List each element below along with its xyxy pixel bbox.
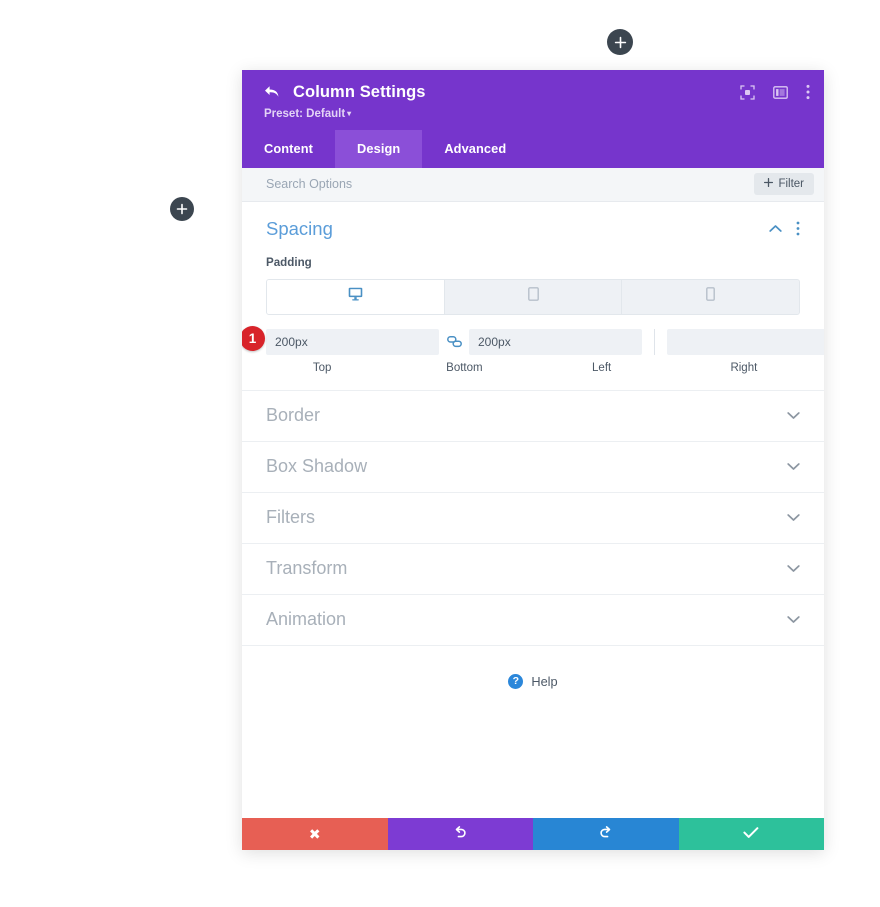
chevron-down-icon: ▾ [347,108,352,118]
padding-label: Padding [266,255,312,269]
padding-bottom-label: Bottom [446,361,483,374]
panel-tabs: Content Design Advanced [242,129,824,168]
section-box-shadow[interactable]: Box Shadow [242,442,824,493]
spacing-section: Spacing Padding 1 200px 200px Top Bottom… [242,202,824,391]
search-row: Filter [242,167,824,202]
tab-content[interactable]: Content [242,130,335,168]
back-arrow-icon[interactable] [264,85,280,99]
padding-field-labels: Top Bottom Left Right [266,362,800,374]
chevron-down-icon [787,411,800,420]
device-tab-phone[interactable] [622,279,799,314]
header-icon-group [740,84,810,100]
padding-bottom-input[interactable] [469,328,642,355]
tab-advanced[interactable]: Advanced [422,130,528,168]
section-animation-label: Animation [266,609,347,629]
screen: Column Settings Preset: Default ▾ Conten… [0,0,880,907]
label-spacer-right [658,362,688,374]
layout-columns-icon[interactable] [773,85,788,100]
plus-icon [764,177,774,190]
undo-icon [453,825,468,843]
tablet-icon [527,287,539,306]
label-spacer-divider [521,362,546,374]
padding-left-label: Left [592,361,612,374]
help-link[interactable]: ? Help [242,673,824,689]
section-transform-label: Transform [266,558,348,578]
section-filters-label: Filters [266,507,315,527]
device-tab-desktop[interactable] [267,279,445,314]
tab-design[interactable]: Design [335,129,423,168]
phone-icon [706,287,716,306]
section-filters[interactable]: Filters [242,493,824,544]
redo-button[interactable] [533,818,679,850]
focus-icon[interactable] [740,84,755,100]
section-box-shadow-label: Box Shadow [266,456,368,476]
close-x-icon: ✖ [308,825,321,842]
help-question-icon: ? [508,673,524,689]
section-border[interactable]: Border [242,391,824,442]
panel-header: Column Settings Preset: Default ▾ [242,70,824,130]
label-spacer-left [378,362,408,374]
padding-left-input[interactable] [667,328,824,355]
add-row-button-left[interactable] [170,197,194,221]
help-label: Help [531,673,558,689]
more-vertical-icon[interactable] [806,84,810,100]
page-title: Column Settings [293,83,426,101]
preset-selector[interactable]: Preset: Default ▾ [264,108,806,120]
filter-button-label: Filter [778,178,804,190]
filter-button[interactable]: Filter [754,173,814,195]
section-transform[interactable]: Transform [242,544,824,595]
annotation-badge-1: 1 [242,325,265,351]
column-settings-panel: Column Settings Preset: Default ▾ Conten… [242,70,824,850]
plus-icon [176,203,188,215]
cancel-button[interactable]: ✖ [242,818,388,850]
add-section-button-top[interactable] [607,29,633,55]
chevron-up-icon[interactable] [769,224,782,233]
chevron-down-icon [787,462,800,471]
section-border-label: Border [266,405,321,425]
padding-fields-row: 1 [242,325,824,355]
device-tab-group [266,278,800,315]
chevron-down-icon [787,564,800,573]
padding-divider [654,328,655,355]
undo-button[interactable] [387,818,533,850]
checkmark-icon [743,826,759,842]
plus-icon [614,36,627,49]
chevron-down-icon [787,513,800,522]
section-animation[interactable]: Animation [242,595,824,646]
padding-vertical-group [266,328,642,355]
desktop-icon [348,287,363,306]
padding-top-input[interactable] [266,328,439,355]
padding-horizontal-group [667,328,824,355]
preset-label: Preset: Default [264,107,346,120]
save-button[interactable] [678,818,824,850]
chevron-down-icon [787,615,800,624]
device-tab-tablet[interactable] [444,279,623,314]
padding-right-label: Right [730,361,758,374]
spacing-section-title: Spacing [266,217,333,239]
padding-top-label: Top [312,361,332,374]
link-connected-icon[interactable] [439,335,469,348]
redo-icon [598,825,613,843]
spacing-section-header[interactable]: Spacing [266,218,800,240]
search-input[interactable] [266,177,755,191]
panel-body: Spacing Padding 1 200px 200px Top Bottom… [242,201,824,818]
more-vertical-icon[interactable] [796,221,800,236]
panel-footer: ✖ [242,818,824,850]
